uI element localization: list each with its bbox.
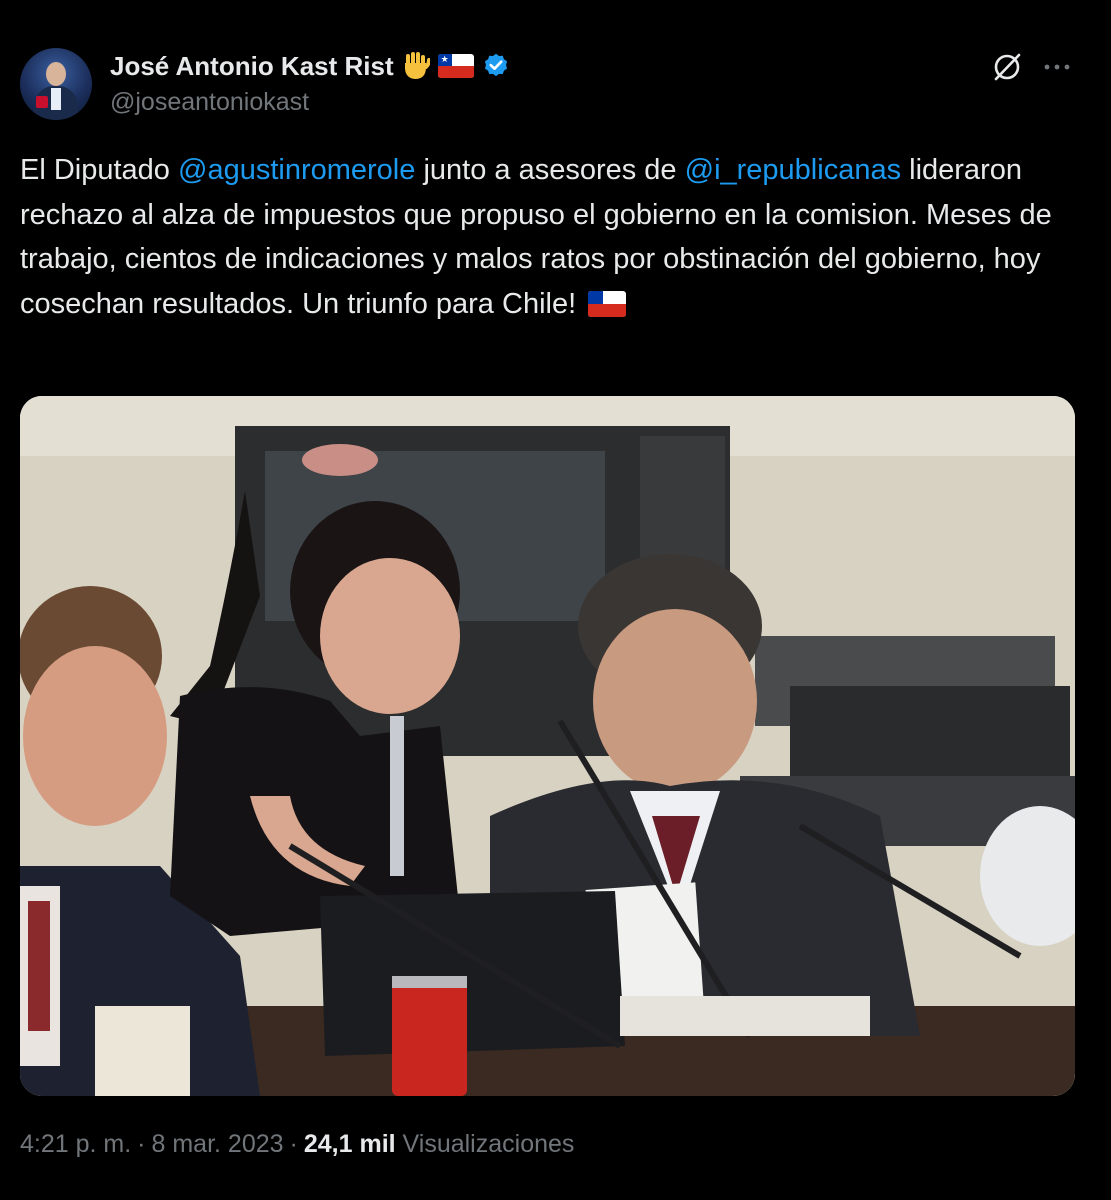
views-label: Visualizaciones xyxy=(402,1130,575,1158)
mention-link[interactable]: @agustinromerole xyxy=(178,154,415,186)
author-display-name[interactable]: José Antonio Kast Rist xyxy=(110,51,394,82)
tweet-time-link[interactable]: 4:21 p. m. xyxy=(20,1130,131,1158)
views-count: 24,1 mil xyxy=(303,1130,396,1158)
tweet-meta: 4:21 p. m. · 8 mar. 2023 · 24,1 mil Visualiz… xyxy=(20,1130,574,1159)
avatar-badge xyxy=(36,96,48,108)
meta-separator: · xyxy=(289,1130,298,1158)
tweet-card: José Antonio Kast Rist ★ @joseantoniokas… xyxy=(0,0,1111,1200)
author-name-row: José Antonio Kast Rist ★ xyxy=(110,48,510,84)
avatar-head xyxy=(46,62,66,86)
avatar[interactable] xyxy=(20,48,92,120)
tweet-text-segment: junto a asesores de xyxy=(415,154,685,186)
verified-badge-icon[interactable] xyxy=(482,52,510,80)
chile-flag-icon: ★ xyxy=(437,54,474,78)
grok-icon[interactable] xyxy=(990,50,1024,84)
more-options-icon[interactable] xyxy=(1040,52,1074,82)
tweet-photo[interactable] xyxy=(20,396,1075,1096)
tweet-text-segment: El Diputado xyxy=(20,154,178,186)
meta-separator: · xyxy=(137,1130,146,1158)
author-handle[interactable]: @joseantoniokast xyxy=(110,88,309,117)
tweet-date-link[interactable]: 8 mar. 2023 xyxy=(152,1130,284,1158)
photo-illustration xyxy=(20,396,1075,1096)
chile-flag-icon xyxy=(588,290,627,317)
raised-hand-icon xyxy=(404,52,430,79)
mention-link[interactable]: @i_republicanas xyxy=(685,154,901,186)
avatar-shirt xyxy=(51,88,61,110)
tweet-text: El Diputado @agustinromerole junto a ase… xyxy=(20,148,1080,326)
